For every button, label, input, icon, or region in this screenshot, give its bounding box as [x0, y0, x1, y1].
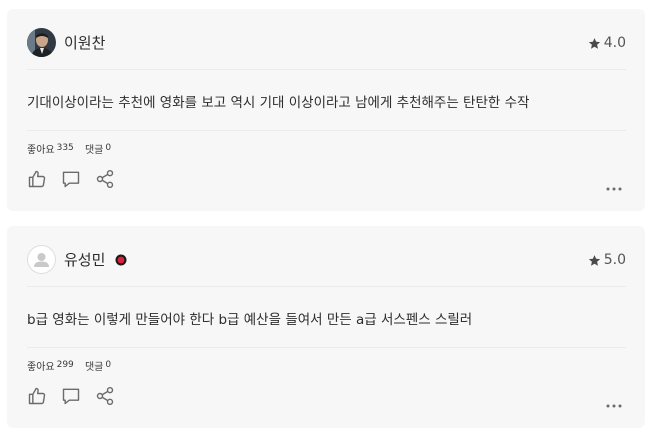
share-icon	[96, 169, 114, 189]
default-user-icon	[34, 253, 49, 267]
comments-label: 댓글	[84, 362, 104, 373]
likes-label: 좋아요	[27, 362, 55, 373]
avatar[interactable]	[27, 28, 56, 57]
comment-icon	[62, 388, 80, 405]
comment-icon	[62, 171, 80, 188]
review-card: 유성민 5.0 b급 영화는 이렇게 만들어야 한다 b급 예산을 들여서 만든…	[7, 226, 645, 428]
like-button[interactable]	[27, 169, 49, 191]
rating-value: 4.0	[603, 35, 626, 51]
share-icon	[96, 386, 114, 406]
more-button[interactable]	[605, 394, 623, 408]
more-icon	[606, 404, 622, 408]
likes-label: 좋아요	[27, 145, 55, 156]
likes-stat: 좋아요 335	[27, 141, 74, 156]
comments-label: 댓글	[84, 145, 104, 156]
review-stats: 좋아요 335 댓글 0	[27, 141, 111, 156]
more-icon	[606, 187, 622, 191]
comment-button[interactable]	[61, 386, 83, 408]
red-dot-badge-icon	[115, 254, 127, 266]
comments-stat: 댓글 0	[85, 358, 111, 373]
user-name[interactable]: 이원찬	[64, 32, 105, 53]
likes-count: 299	[56, 360, 74, 370]
avatar[interactable]	[27, 245, 56, 274]
divider	[27, 69, 626, 70]
rating: 5.0	[588, 252, 626, 268]
like-button[interactable]	[27, 386, 49, 408]
comment-button[interactable]	[61, 169, 83, 191]
likes-count: 335	[56, 143, 74, 153]
thumbs-up-icon	[28, 387, 46, 405]
user-name[interactable]: 유성민	[64, 249, 105, 270]
comments-stat: 댓글 0	[85, 141, 111, 156]
star-icon	[588, 254, 600, 266]
thumbs-up-icon	[28, 170, 46, 188]
review-header: 유성민 5.0	[7, 226, 645, 286]
divider	[27, 130, 626, 131]
user-photo-icon	[27, 28, 56, 57]
review-card: 이원찬 4.0 기대이상이라는 추천에 영화를 보고 역시 기대 이상이라고 남…	[7, 9, 645, 211]
comments-count: 0	[105, 143, 112, 153]
star-icon	[588, 37, 600, 49]
rating-value: 5.0	[603, 252, 626, 268]
rating: 4.0	[588, 35, 626, 51]
share-button[interactable]	[95, 386, 117, 408]
likes-stat: 좋아요 299	[27, 358, 74, 373]
review-header: 이원찬 4.0	[7, 9, 645, 69]
divider	[27, 347, 626, 348]
more-button[interactable]	[605, 177, 623, 191]
review-text[interactable]: 기대이상이라는 추천에 영화를 보고 역시 기대 이상이라고 남에게 추천해주는…	[27, 91, 626, 111]
share-button[interactable]	[95, 169, 117, 191]
review-stats: 좋아요 299 댓글 0	[27, 358, 111, 373]
review-text[interactable]: b급 영화는 이렇게 만들어야 한다 b급 예산을 들여서 만든 a급 서스펜스…	[27, 308, 626, 328]
divider	[27, 286, 626, 287]
comments-count: 0	[105, 360, 112, 370]
